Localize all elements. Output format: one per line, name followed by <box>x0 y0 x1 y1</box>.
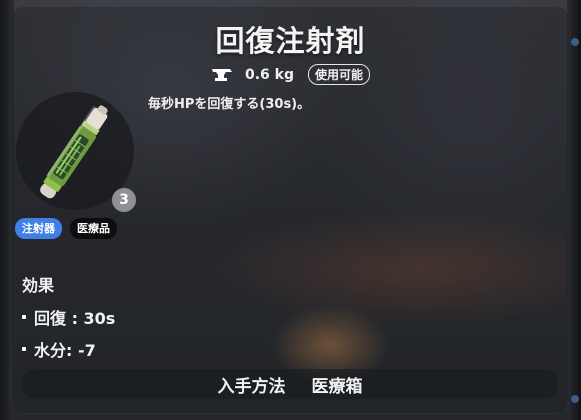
item-title: 回復注射剤 <box>215 24 366 58</box>
acquisition-label: 入手方法 <box>217 376 286 397</box>
tag-syringe: 注射器 <box>15 218 62 239</box>
frame-bolt <box>571 395 579 403</box>
item-count-badge: 3 <box>112 188 136 212</box>
acquisition-bar: 入手方法 医療箱 <box>22 369 558 399</box>
item-weight: 0.6 kg <box>244 66 294 83</box>
bullet-icon <box>22 347 26 351</box>
weight-row: 0.6 kg 使用可能 <box>0 64 581 85</box>
acquisition-source: 医療箱 <box>311 376 363 397</box>
effect-row: 回復 : 30s <box>22 305 115 329</box>
effect-row: 水分: -7 <box>22 337 96 361</box>
effect-recovery: 回復 : 30s <box>34 309 116 328</box>
bullet-icon <box>22 315 26 319</box>
item-description: 毎秒HPを回復する(30s)。 <box>148 97 311 112</box>
anvil-icon <box>211 68 232 81</box>
effects-header: 効果 <box>22 276 55 295</box>
usable-badge: 使用可能 <box>308 64 371 85</box>
tag-medical-supplies: 医療品 <box>70 218 117 239</box>
effect-hydration: 水分: -7 <box>34 341 96 360</box>
